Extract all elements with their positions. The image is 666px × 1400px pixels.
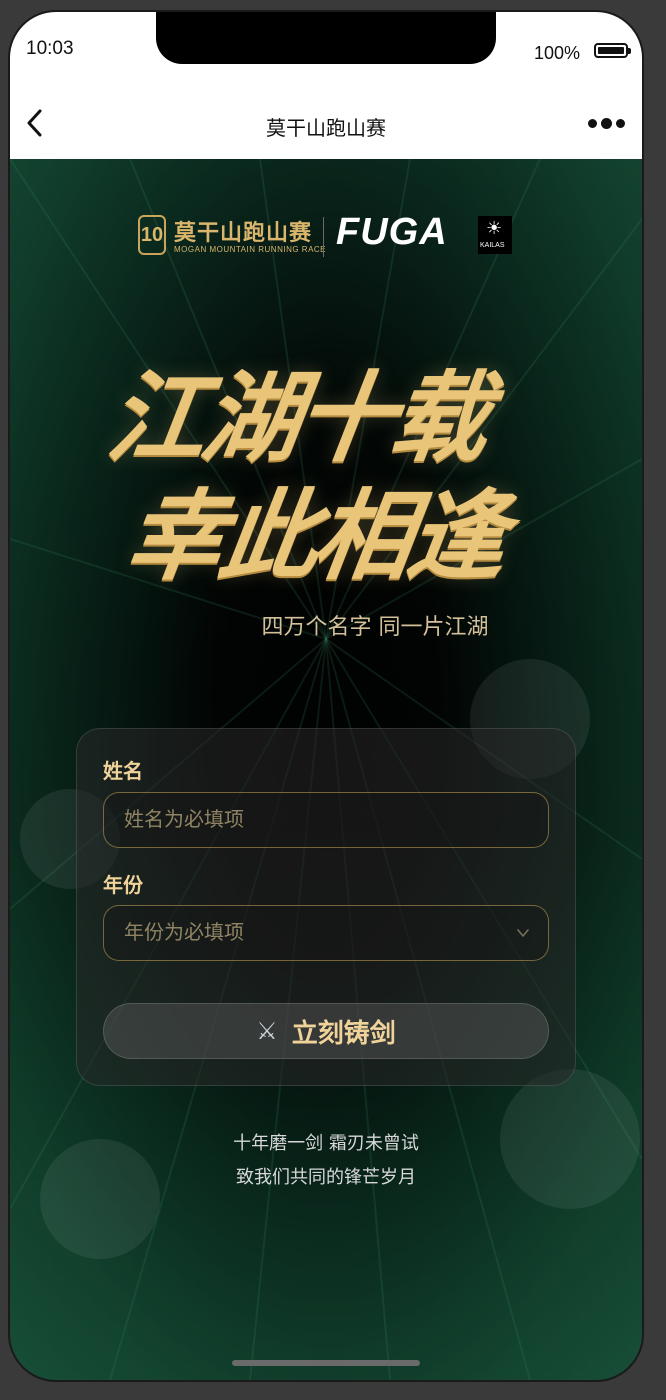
year-label: 年份 xyxy=(103,873,143,897)
name-input[interactable]: 姓名为必填项 xyxy=(103,792,549,848)
notch xyxy=(156,12,496,64)
name-label: 姓名 xyxy=(103,759,143,783)
battery-icon xyxy=(594,43,631,58)
page-title: 莫干山跑山赛 xyxy=(266,116,386,140)
forge-sword-label: 立刻铸剑 xyxy=(291,1018,396,1049)
event-logo-icon: 10 xyxy=(138,215,166,255)
kailas-logo: ☀ KAILAS xyxy=(478,216,512,254)
sun-icon: ☀ xyxy=(486,218,503,239)
form-card: 姓名 姓名为必填项 年份 年份为必填项 ⚔ 立刻铸剑 xyxy=(76,728,576,1086)
more-dot-icon xyxy=(616,118,625,128)
more-dot-icon xyxy=(601,117,612,129)
event-logo-text: 莫干山跑山赛 xyxy=(174,221,313,246)
forge-sword-button[interactable]: ⚔ 立刻铸剑 xyxy=(103,1003,549,1059)
battery-percent: 100% xyxy=(533,43,580,63)
status-bar: 10:03 100% xyxy=(10,12,642,88)
event-logo-subtext: MOGAN MOUNTAIN RUNNING RACE xyxy=(174,245,327,254)
hero-subtitle: 四万个名字 同一片江湖 xyxy=(261,615,489,640)
status-time: 10:03 xyxy=(26,38,74,59)
footer-line-1: 十年磨一剑 霜刃未曾试 xyxy=(233,1133,419,1154)
more-button[interactable] xyxy=(588,114,628,132)
brand-logos: 10 莫干山跑山赛 MOGAN MOUNTAIN RUNNING RACE FU… xyxy=(138,211,518,263)
home-indicator xyxy=(232,1360,420,1366)
chevron-down-icon xyxy=(517,929,529,937)
kailas-logo-text: KAILAS xyxy=(480,242,505,249)
footer-line-2: 致我们共同的锋芒岁月 xyxy=(236,1167,416,1188)
logo-divider xyxy=(323,217,324,257)
nav-bar: 莫干山跑山赛 xyxy=(10,88,642,160)
phone-frame: 10:03 100% 莫干山跑山赛 10 莫干山跑山赛 MOGAN MOUNTA… xyxy=(10,12,642,1380)
year-select-placeholder: 年份为必填项 xyxy=(124,920,244,944)
headline-line-2: 幸此相逢 xyxy=(118,479,511,594)
crossed-swords-icon: ⚔ xyxy=(256,1017,278,1045)
more-dot-icon xyxy=(588,118,597,128)
hero-background: 10 莫干山跑山赛 MOGAN MOUNTAIN RUNNING RACE FU… xyxy=(10,159,642,1380)
sponsor-logo: FUGA xyxy=(336,211,448,253)
year-select[interactable]: 年份为必填项 xyxy=(103,905,549,961)
